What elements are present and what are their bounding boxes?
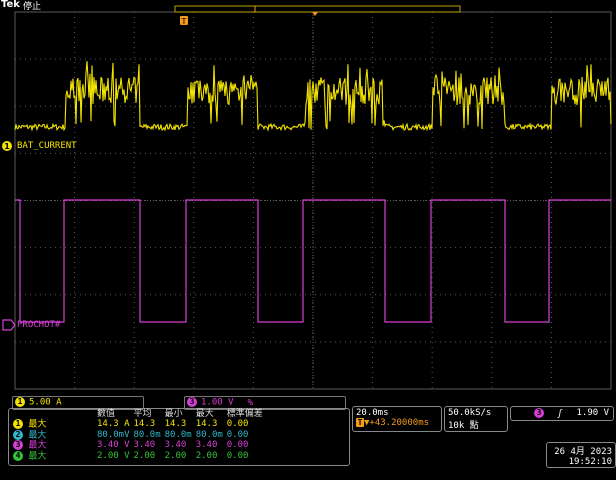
time: 19:52:10 bbox=[568, 457, 612, 467]
measurement-mean: 2.00 bbox=[133, 450, 156, 461]
measurement-mean: 3.40 bbox=[133, 440, 156, 451]
trigger-level: 1.90 V bbox=[576, 408, 609, 418]
ch1-scale: 5.00 A bbox=[29, 397, 62, 408]
rising-edge-icon: ʃ bbox=[557, 408, 563, 419]
ch1-marker-number: 1 bbox=[4, 142, 10, 151]
trigger-source-badge: 3 bbox=[534, 408, 544, 418]
ch3-ground-marker[interactable] bbox=[2, 319, 16, 331]
ch1-label: BAT_CURRENT bbox=[17, 141, 77, 151]
ch3-scale: 1.00 V bbox=[201, 397, 234, 408]
header-min: 最小 bbox=[164, 409, 183, 419]
timebase-readout[interactable]: 20.0ms T ▼+43.20000ms bbox=[352, 406, 442, 432]
acquisition-readout[interactable]: 50.0kS/s 10k 點 bbox=[444, 406, 508, 432]
date: 26 4月 2023 bbox=[554, 447, 612, 457]
horizontal-scale: 20.0ms bbox=[356, 408, 389, 418]
header-max: 最大 bbox=[195, 409, 214, 419]
ch3-row-badge: 3 bbox=[13, 440, 23, 450]
trigger-position-marker[interactable]: T bbox=[180, 16, 188, 26]
waveform-display[interactable]: T 1 bbox=[0, 0, 616, 392]
ch4-row-badge: 4 bbox=[13, 450, 23, 461]
horizontal-position: 43.20000ms bbox=[374, 418, 430, 428]
measurement-mean: 80.0m bbox=[133, 429, 161, 440]
table-row[interactable]: 1 最大 14.3 A 14.3 14.3 14.3 0.00 bbox=[13, 419, 267, 430]
horizontal-position-prefix: ▼+ bbox=[364, 418, 375, 428]
trigger-marker-label: T bbox=[181, 17, 187, 26]
measurement-max: 3.40 bbox=[195, 440, 218, 451]
measurement-value: 80.0mV bbox=[97, 429, 130, 440]
measurement-name: 最大 bbox=[28, 451, 47, 461]
header-value: 數值 bbox=[97, 409, 116, 419]
measurement-std: 0.00 bbox=[226, 419, 249, 430]
measurement-value: 3.40 V bbox=[97, 440, 130, 451]
trigger-flag-icon: T bbox=[356, 418, 364, 427]
ch3-label: PROCHOT# bbox=[17, 320, 61, 330]
table-row[interactable]: 2 最大 80.0mV 80.0m 80.0m 80.0m 0.00 bbox=[13, 429, 267, 440]
table-row[interactable]: 3 最大 3.40 V 3.40 3.40 3.40 0.00 bbox=[13, 440, 267, 451]
trigger-readout[interactable]: 3 ʃ 1.90 V bbox=[510, 406, 614, 421]
table-row[interactable]: 4 最大 2.00 V 2.00 2.00 2.00 0.00 bbox=[13, 450, 267, 461]
measurement-max: 2.00 bbox=[195, 450, 218, 461]
record-length: 10k 點 bbox=[448, 421, 479, 431]
ch1-ground-marker[interactable]: 1 bbox=[2, 141, 12, 151]
ch1-row-badge: 1 bbox=[13, 419, 23, 429]
measurement-value: 14.3 A bbox=[97, 419, 130, 430]
ch3-badge: 3 bbox=[187, 397, 197, 407]
measurement-table[interactable]: 數值 平均 最小 最大 標準偏差 1 最大 14.3 A 14.3 14.3 1… bbox=[8, 408, 350, 466]
sample-rate: 50.0kS/s bbox=[448, 408, 492, 418]
ch1-badge: 1 bbox=[15, 397, 25, 407]
date-time-readout: 26 4月 2023 19:52:10 bbox=[546, 442, 616, 468]
acquisition-record-bar bbox=[174, 5, 461, 16]
measurement-max: 14.3 bbox=[195, 419, 218, 430]
measurement-min: 14.3 bbox=[164, 419, 187, 430]
measurement-min: 80.0m bbox=[164, 429, 192, 440]
measurement-value: 2.00 V bbox=[97, 450, 130, 461]
measurement-std: 0.00 bbox=[226, 440, 249, 451]
measurement-std: 0.00 bbox=[226, 450, 249, 461]
header-std: 標準偏差 bbox=[226, 409, 263, 419]
measurement-std: 0.00 bbox=[226, 429, 249, 440]
measurement-min: 2.00 bbox=[164, 450, 187, 461]
measurement-mean: 14.3 bbox=[133, 419, 156, 430]
ch1-waveform bbox=[14, 61, 612, 132]
header-mean: 平均 bbox=[133, 409, 152, 419]
measurement-max: 80.0m bbox=[195, 429, 223, 440]
ch2-row-badge: 2 bbox=[13, 429, 23, 440]
ch3-scale-extra: % bbox=[247, 397, 253, 408]
measurement-name: 最大 bbox=[28, 440, 47, 451]
measurement-name: 最大 bbox=[28, 419, 47, 430]
measurement-name: 最大 bbox=[28, 430, 47, 440]
measurement-min: 3.40 bbox=[164, 440, 187, 451]
measurement-header-row: 數值 平均 最小 最大 標準偏差 bbox=[13, 409, 267, 419]
